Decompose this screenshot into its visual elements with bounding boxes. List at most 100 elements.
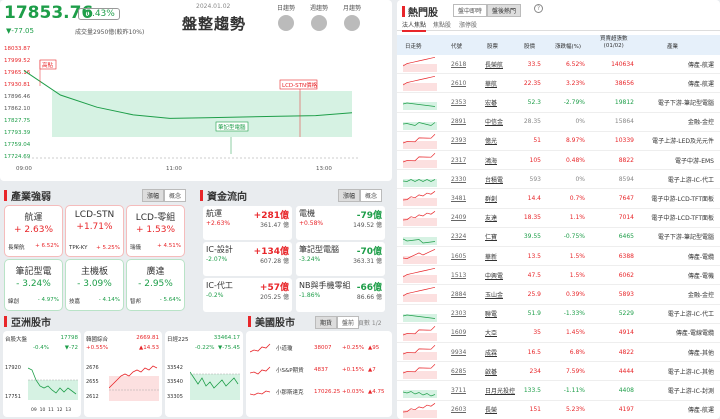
stock-name[interactable]: 長榮 — [485, 405, 497, 414]
asia-market-card[interactable]: 日經225 33464.17 -0.22% ▼-75.45 33542 3354… — [165, 331, 243, 417]
us-market-change: ▲95 — [368, 345, 380, 351]
sort-by-concept-button[interactable]: 概念 — [360, 189, 383, 202]
hot-stock-row[interactable]: 2618 長榮航 33.5 6.52% 140634 傳產-航運 — [397, 55, 720, 75]
hot-stock-row[interactable]: 2884 玉山金 25.9 0.39% 5893 金融-金控 — [397, 285, 720, 305]
tab-intraday[interactable]: 盤中即時 — [453, 4, 488, 17]
hot-stock-row[interactable]: 2409 友達 18.35 1.1% 7014 電子中游-LCD-TFT面板 — [397, 209, 720, 228]
stock-name[interactable]: 華航 — [485, 79, 497, 88]
stock-name[interactable]: 日月光投控 — [485, 386, 515, 395]
capital-item[interactable]: NB與手機零組 -1.86% -66億 86.66 億 — [296, 278, 385, 312]
stock-code[interactable]: 2884 — [451, 291, 466, 298]
hot-stock-row[interactable]: 2303 聯電 51.9 -1.33% 5229 電子上游-IC-代工 — [397, 305, 720, 324]
hot-stock-row[interactable]: 2891 中信金 28.35 0% 15864 金融-金控 — [397, 113, 720, 132]
industry-card[interactable]: 筆記型電 - 3.24% 緯創 - 4.97% — [4, 259, 63, 311]
stock-code[interactable]: 2393 — [451, 137, 466, 144]
capital-item[interactable]: 筆記型電腦 -3.24% -70億 363.31 億 — [296, 242, 385, 276]
capital-item-name: 筆記型電腦 — [299, 245, 339, 254]
stock-code[interactable]: 2317 — [451, 157, 466, 164]
premarket-button[interactable]: 盤前 — [337, 316, 360, 329]
hot-stock-row[interactable]: 2324 仁寶 39.55 -0.75% 6465 電子下游-筆記型電腦 — [397, 228, 720, 247]
sort-by-concept-button[interactable]: 概念 — [164, 189, 187, 202]
stock-name[interactable]: 聯電 — [485, 309, 497, 318]
hot-stock-row[interactable]: 2330 台積電 593 0% 8594 電子上游-IC-代工 — [397, 170, 720, 190]
stock-code[interactable]: 2303 — [451, 310, 466, 317]
asia-market-card[interactable]: 韓國綜合 2669.81 +0.55% ▲14.53 2676 2655 261… — [84, 331, 162, 417]
capital-item[interactable]: IC-代工 -0.2% +57億 205.25 億 — [203, 278, 292, 312]
y-axis-label: 17862.10 — [4, 106, 31, 112]
capital-item-volume: 361.47 億 — [260, 222, 289, 229]
daily-trend-sparkline — [403, 390, 437, 399]
hot-stock-row[interactable]: 9934 成霖 16.5 6.8% 4822 傳產-其他 — [397, 343, 720, 363]
tab-label: 週趨勢 — [309, 5, 328, 12]
stock-name[interactable]: 長榮航 — [485, 60, 503, 69]
trend-tab-month[interactable]: 月趨勢 — [338, 3, 366, 31]
sort-by-change-button[interactable]: 漲幅 — [142, 189, 165, 202]
industry-card[interactable]: 廣達 - 2.95% 智邦 - 5.64% — [126, 259, 185, 311]
us-market-row[interactable]: 小道瓊 38007 +0.25% ▲95 — [246, 339, 392, 357]
stock-name[interactable]: 玉山金 — [485, 290, 503, 299]
hot-stock-row[interactable]: 2603 長榮 151 5.23% 4197 傳產-航運 — [397, 401, 720, 419]
hot-stock-row[interactable]: 3481 群創 14.4 0.7% 7647 電子中游-LCD-TFT面板 — [397, 189, 720, 209]
stock-name[interactable]: 台積電 — [485, 175, 503, 184]
stock-name[interactable]: 億光 — [485, 136, 497, 145]
stock-code[interactable]: 2603 — [451, 406, 466, 413]
subtab-institutional[interactable]: 法人焦點 — [402, 20, 427, 32]
stock-code[interactable]: 2610 — [451, 80, 466, 87]
stock-code[interactable]: 2353 — [451, 99, 466, 106]
hot-stock-row[interactable]: 2317 鴻海 105 0.48% 8822 電子中游-EMS — [397, 151, 720, 171]
trend-tab-day[interactable]: 日趨勢 — [272, 3, 300, 31]
industry-card[interactable]: 航運 + 2.63% 長榮航 + 6.52% — [4, 205, 63, 257]
hot-stock-row[interactable]: 2353 宏碁 52.3 -2.79% 19812 電子下游-筆記型電腦 — [397, 93, 720, 113]
hot-stock-row[interactable]: 1609 大亞 35 1.45% 4914 傳產-電線電纜 — [397, 324, 720, 343]
stock-code[interactable]: 1609 — [451, 329, 466, 336]
futures-button[interactable]: 期貨 — [315, 316, 338, 329]
help-icon[interactable]: ? — [534, 4, 543, 13]
industry-card[interactable]: LCD-STN +1.71% TPK-KY + 5.25% — [65, 205, 124, 257]
stock-code[interactable]: 2330 — [451, 176, 466, 183]
subtab-limit-up[interactable]: 漲停股 — [459, 20, 477, 29]
market-y-top: 2676 — [86, 365, 99, 371]
hot-stock-row[interactable]: 1513 中興電 47.5 1.5% 6062 傳產-電機 — [397, 266, 720, 286]
stock-name[interactable]: 中信金 — [485, 117, 503, 126]
stock-code[interactable]: 2409 — [451, 214, 466, 221]
trend-tab-week[interactable]: 週趨勢 — [305, 3, 333, 31]
col-header-net-buy: 買賣超張數 (01/02) — [600, 36, 628, 49]
stock-name[interactable]: 宏碁 — [485, 98, 497, 107]
sort-by-change-button[interactable]: 漲幅 — [338, 189, 361, 202]
stock-code[interactable]: 3711 — [451, 387, 466, 394]
month-trend-icon — [344, 15, 360, 31]
subtab-focus[interactable]: 焦點股 — [433, 20, 451, 29]
tab-after-hours[interactable]: 盤後熱門 — [487, 4, 522, 17]
us-market-row[interactable]: 小S&P期貨 4837 +0.15% ▲7 — [246, 361, 392, 379]
stock-code[interactable]: 9934 — [451, 349, 466, 356]
hot-stock-row[interactable]: 3711 日月光投控 133.5 -1.11% 4408 電子上游-IC-封測 — [397, 381, 720, 401]
stock-name[interactable]: 華新 — [485, 252, 497, 261]
hot-stock-row[interactable]: 2393 億光 51 8.97% 10339 電子上游-LED及光元件 — [397, 132, 720, 151]
stock-code[interactable]: 6285 — [451, 368, 466, 375]
stock-name[interactable]: 仁寶 — [485, 232, 497, 241]
stock-code[interactable]: 2324 — [451, 233, 466, 240]
stock-code[interactable]: 1513 — [451, 272, 466, 279]
stock-name[interactable]: 鴻海 — [485, 156, 497, 165]
capital-item[interactable]: 電機 +0.58% -79億 149.52 億 — [296, 206, 385, 240]
capital-item[interactable]: 航運 +2.63% +281億 361.47 億 — [203, 206, 292, 240]
us-market-row[interactable]: 小那斯達克 17026.25 +0.03% ▲4.75 — [246, 383, 392, 401]
stock-code[interactable]: 1605 — [451, 253, 466, 260]
stock-name[interactable]: 友達 — [485, 213, 497, 222]
capital-item[interactable]: IC-設計 -2.07% +134億 607.28 億 — [203, 242, 292, 276]
stock-name[interactable]: 群創 — [485, 194, 497, 203]
industry-card[interactable]: LCD-零組 + 1.53% 瑞儀 + 4.51% — [126, 205, 185, 257]
stock-name[interactable]: 大亞 — [485, 328, 497, 337]
stock-code[interactable]: 2891 — [451, 118, 466, 125]
stock-name[interactable]: 中興電 — [485, 271, 503, 280]
stock-name[interactable]: 成霖 — [485, 348, 497, 357]
hot-stock-row[interactable]: 1605 華新 13.5 1.5% 6388 傳產-電纜 — [397, 247, 720, 267]
hot-stock-row[interactable]: 6285 啟碁 234 7.59% 4444 電子上游-IC-其他 — [397, 362, 720, 382]
capital-item-volume: 363.31 億 — [353, 258, 382, 265]
asia-market-card[interactable]: 台股大盤 17798 -0.4% ▼-72 17920 17751 09 10 … — [3, 331, 81, 417]
industry-card[interactable]: 主機板 - 3.09% 技嘉 - 4.14% — [65, 259, 124, 311]
stock-code[interactable]: 3481 — [451, 195, 466, 202]
hot-stock-row[interactable]: 2610 華航 22.35 3.23% 38656 傳產-航運 — [397, 74, 720, 94]
stock-code[interactable]: 2618 — [451, 61, 466, 68]
stock-name[interactable]: 啟碁 — [485, 367, 497, 376]
